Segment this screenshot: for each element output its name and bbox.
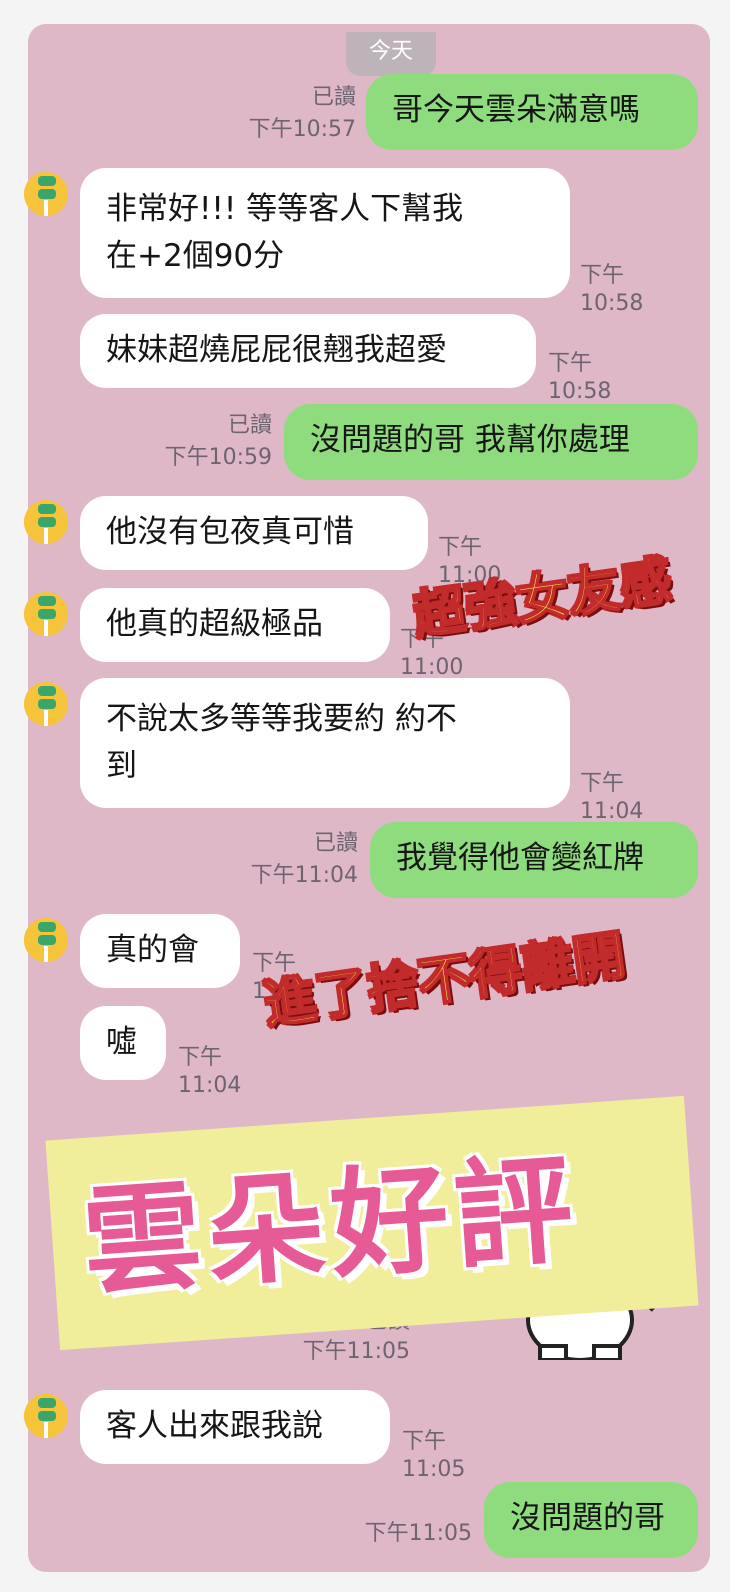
message-time: 下午10:58	[580, 263, 644, 316]
contact-avatar-icon[interactable]	[24, 500, 68, 544]
message-bubble[interactable]: 我覺得他會變紅牌	[370, 822, 698, 898]
contact-avatar-icon[interactable]	[24, 1394, 68, 1438]
message-time: 下午11:05	[364, 1521, 472, 1546]
message-time: 下午11:05	[402, 1429, 466, 1482]
contact-avatar-icon[interactable]	[24, 918, 68, 962]
read-receipt: 已讀	[227, 413, 272, 438]
message-line: 在+2個90分	[106, 238, 285, 274]
message-bubble[interactable]: 哥今天雲朵滿意嗎	[366, 74, 698, 150]
message-bubble[interactable]: 他沒有包夜真可惜	[80, 496, 428, 570]
read-receipt: 已讀	[313, 831, 358, 856]
banner-title: 雲朵好評	[78, 1139, 583, 1313]
message-time: 下午10:59	[164, 445, 272, 470]
message-bubble[interactable]: 沒問題的哥 我幫你處理	[284, 404, 698, 480]
contact-avatar-icon[interactable]	[24, 592, 68, 636]
message-bubble[interactable]: 不說太多等等我要約 約不 到	[80, 678, 570, 808]
message-time: 下午11:04	[178, 1045, 242, 1098]
message-bubble[interactable]: 他真的超級極品	[80, 588, 390, 662]
contact-avatar-icon[interactable]	[24, 682, 68, 726]
message-line: 到	[106, 748, 137, 784]
message-bubble[interactable]: 妹妹超燒屁屁很翹我超愛	[80, 314, 536, 388]
read-receipt: 已讀	[311, 85, 356, 110]
message-time: 下午11:05	[302, 1339, 410, 1364]
message-bubble[interactable]: 真的會	[80, 914, 240, 988]
message-bubble[interactable]: 客人出來跟我說	[80, 1390, 390, 1464]
message-time: 下午11:04	[580, 771, 644, 824]
message-line: 非常好!!! 等等客人下幫我	[106, 191, 464, 227]
message-bubble[interactable]: 沒問題的哥	[484, 1482, 698, 1558]
contact-avatar-icon[interactable]	[24, 172, 68, 216]
message-time: 下午11:04	[250, 863, 358, 888]
message-time: 下午10:58	[548, 351, 612, 404]
message-bubble[interactable]: 非常好!!! 等等客人下幫我 在+2個90分	[80, 168, 570, 298]
date-pill: 今天	[346, 32, 436, 76]
message-time: 下午10:57	[248, 117, 356, 142]
message-bubble[interactable]: 噓	[80, 1006, 166, 1080]
message-line: 不說太多等等我要約 約不	[106, 701, 457, 737]
